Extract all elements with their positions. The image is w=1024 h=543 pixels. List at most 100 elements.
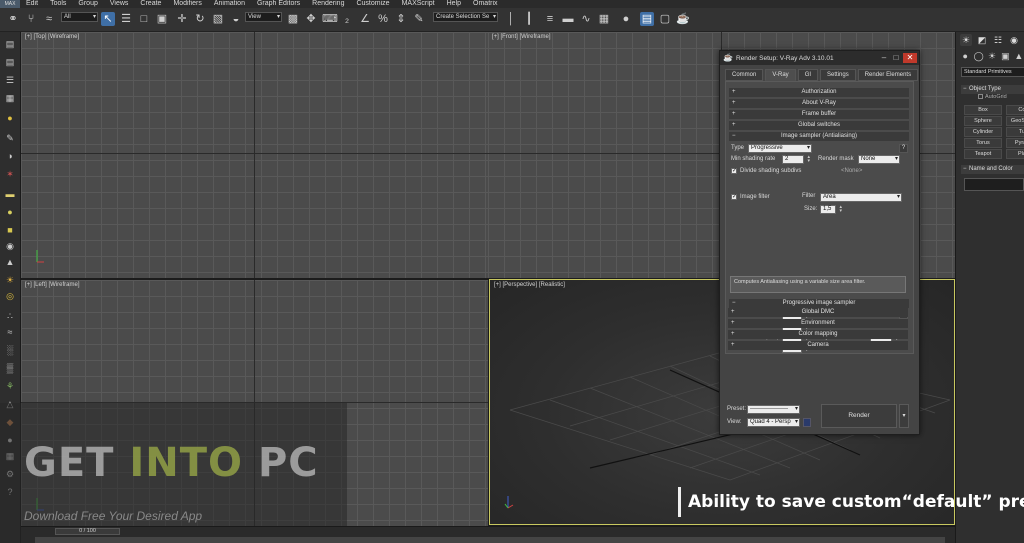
menu-omatrix[interactable]: Omatrix bbox=[467, 0, 504, 8]
minimize-icon[interactable]: – bbox=[879, 53, 889, 63]
menu-modifiers[interactable]: Modifiers bbox=[167, 0, 207, 8]
cloud-icon[interactable]: ● bbox=[4, 206, 16, 218]
box-button[interactable]: Box bbox=[964, 105, 1002, 115]
select-by-name-icon[interactable]: ☰ bbox=[119, 12, 133, 26]
rendered-frame-window-icon[interactable]: ▢ bbox=[658, 12, 672, 26]
view-dropdown[interactable]: Quad 4 - Persp ▾ bbox=[747, 418, 800, 427]
tab-common[interactable]: Common bbox=[725, 69, 764, 81]
box-icon[interactable]: ▬ bbox=[4, 188, 16, 200]
menu-help[interactable]: Help bbox=[441, 0, 467, 8]
menu-edit[interactable]: Edit bbox=[20, 0, 44, 8]
preset-dropdown[interactable]: ------------------- ▾ bbox=[747, 405, 800, 414]
light-icon[interactable]: ● bbox=[4, 112, 16, 124]
teapot-button[interactable]: Teapot bbox=[964, 149, 1002, 159]
plane-button[interactable]: Plane bbox=[1006, 149, 1024, 159]
pyramid-button[interactable]: Pyramid bbox=[1006, 138, 1024, 148]
cone-button[interactable]: Cone bbox=[1006, 105, 1024, 115]
unlink-icon[interactable]: ⑂ bbox=[24, 12, 38, 26]
object-name-field[interactable] bbox=[964, 178, 1024, 191]
render-button[interactable]: Render bbox=[821, 404, 897, 428]
material-editor-icon[interactable]: ● bbox=[619, 12, 633, 26]
menu-graph-editors[interactable]: Graph Editors bbox=[251, 0, 306, 8]
tab-render-elements[interactable]: Render Elements bbox=[857, 69, 919, 81]
tab-settings[interactable]: Settings bbox=[820, 69, 856, 81]
primitive-type-dropdown[interactable]: Standard Primitives bbox=[961, 67, 1024, 77]
rollout-authorization[interactable]: + Authorization bbox=[729, 88, 909, 97]
application-button[interactable]: MAX bbox=[0, 0, 20, 8]
helper-icon[interactable]: ✶ bbox=[4, 168, 16, 180]
curve-editor-icon[interactable]: ∿ bbox=[579, 12, 593, 26]
viewport-top-label[interactable]: [+] [Top] [Wireframe] bbox=[25, 34, 79, 40]
render-mask-dropdown[interactable]: None ▾ bbox=[858, 155, 900, 164]
menu-tools[interactable]: Tools bbox=[44, 0, 72, 8]
list-icon[interactable]: ☰ bbox=[4, 74, 16, 86]
target-icon[interactable]: ◎ bbox=[4, 290, 16, 302]
autogrid-checkbox[interactable]: AutoGrid bbox=[978, 94, 1007, 100]
edit-named-selection-icon[interactable]: ✎ bbox=[412, 12, 426, 26]
cone-icon[interactable]: ▲ bbox=[4, 256, 16, 268]
scale-icon[interactable]: ▧ bbox=[211, 12, 225, 26]
angle-snap-icon[interactable]: ∠ bbox=[358, 12, 372, 26]
scene-explorer-icon[interactable]: ▤ bbox=[4, 38, 16, 50]
cylinder-button[interactable]: Cylinder bbox=[964, 127, 1002, 137]
deform-icon[interactable]: ≈ bbox=[4, 326, 16, 338]
eye-icon[interactable]: ◉ bbox=[4, 240, 16, 252]
place-icon[interactable]: ◒ bbox=[229, 12, 243, 26]
viewport-left-label[interactable]: [+] [Left] [Wireframe] bbox=[25, 282, 80, 288]
menu-animation[interactable]: Animation bbox=[208, 0, 251, 8]
pivot-center-icon[interactable]: ▩ bbox=[286, 12, 300, 26]
render-setup-icon[interactable]: ▤ bbox=[640, 12, 654, 26]
helpers-icon[interactable]: ▲ bbox=[1014, 50, 1024, 62]
menu-group[interactable]: Group bbox=[72, 0, 103, 8]
mirror-icon[interactable]: │ bbox=[504, 12, 518, 26]
particle-icon[interactable]: ∴ bbox=[4, 310, 16, 322]
geometry-icon[interactable]: ● bbox=[960, 50, 970, 62]
name-color-rollout[interactable]: − Name and Color bbox=[961, 165, 1024, 174]
divide-shading-checkbox[interactable]: ✓ bbox=[731, 168, 737, 174]
plant-icon[interactable]: ⚘ bbox=[4, 380, 16, 392]
render-mode-dropdown-icon[interactable]: ▾ bbox=[899, 404, 909, 428]
track-bar[interactable] bbox=[35, 537, 945, 543]
menu-rendering[interactable]: Rendering bbox=[306, 0, 350, 8]
time-slider[interactable]: 0 / 100 bbox=[55, 528, 120, 535]
rollout-image-sampler[interactable]: − Image sampler (Antialiasing) bbox=[729, 132, 909, 141]
rectangular-region-icon[interactable]: □ bbox=[137, 12, 151, 26]
tab-gi[interactable]: GI bbox=[797, 69, 819, 81]
fur-icon[interactable]: ░ bbox=[4, 344, 16, 356]
create-tab-icon[interactable]: ☀ bbox=[960, 34, 972, 46]
toggle-ribbon-icon[interactable]: ▬ bbox=[561, 12, 575, 26]
rollout-color-mapping[interactable]: + Color mapping bbox=[728, 330, 908, 339]
window-crossing-icon[interactable]: ▣ bbox=[155, 12, 169, 26]
lock-view-icon[interactable] bbox=[803, 418, 811, 427]
sun-icon[interactable]: ☀ bbox=[4, 274, 16, 286]
rollout-progressive-sampler[interactable]: − Progressive image sampler bbox=[729, 299, 909, 308]
min-shading-rate-spinner[interactable]: 2 ▴ ▾ bbox=[782, 155, 810, 164]
rollout-environment[interactable]: + Environment bbox=[728, 319, 908, 328]
geosphere-button[interactable]: GeoSphere bbox=[1006, 116, 1024, 126]
keyboard-shortcut-icon[interactable]: ⌨ bbox=[322, 12, 338, 26]
sphere-icon[interactable]: ◑ bbox=[4, 150, 16, 162]
render-production-icon[interactable]: ☕ bbox=[676, 12, 690, 26]
select-manipulate-icon[interactable]: ✥ bbox=[304, 12, 318, 26]
motion-tab-icon[interactable]: ◉ bbox=[1008, 34, 1020, 46]
rollout-frame-buffer[interactable]: + Frame buffer bbox=[729, 110, 909, 119]
layers-icon[interactable]: ▤ bbox=[4, 56, 16, 68]
tab-vray[interactable]: V-Ray bbox=[765, 69, 796, 81]
rollout-camera[interactable]: + Camera bbox=[728, 341, 908, 350]
layer-explorer-icon[interactable]: ≡ bbox=[543, 12, 557, 26]
dialog-title-bar[interactable]: ☕ Render Setup: V-Ray Adv 3.10.01 – □ ✕ bbox=[720, 51, 919, 65]
named-selection-dropdown[interactable]: Create Selection Se ▾ bbox=[433, 12, 498, 22]
menu-create[interactable]: Create bbox=[134, 0, 167, 8]
object-type-rollout[interactable]: − Object Type bbox=[961, 85, 1024, 94]
select-object-icon[interactable]: ↖ bbox=[101, 12, 115, 26]
torus-button[interactable]: Torus bbox=[964, 138, 1002, 148]
rollout-about-vray[interactable]: + About V-Ray bbox=[729, 99, 909, 108]
menu-maxscript[interactable]: MAXScript bbox=[396, 0, 441, 8]
lights-icon[interactable]: ☀ bbox=[987, 50, 997, 62]
grass-icon[interactable]: ▒ bbox=[4, 362, 16, 374]
spinner-snap-icon[interactable]: ⇕ bbox=[394, 12, 408, 26]
cylinder-icon[interactable]: ■ bbox=[4, 224, 16, 236]
rollout-global-switches[interactable]: + Global switches bbox=[729, 121, 909, 130]
rotate-icon[interactable]: ↻ bbox=[193, 12, 207, 26]
snaps-toggle-icon[interactable]: ₂ bbox=[340, 12, 354, 26]
